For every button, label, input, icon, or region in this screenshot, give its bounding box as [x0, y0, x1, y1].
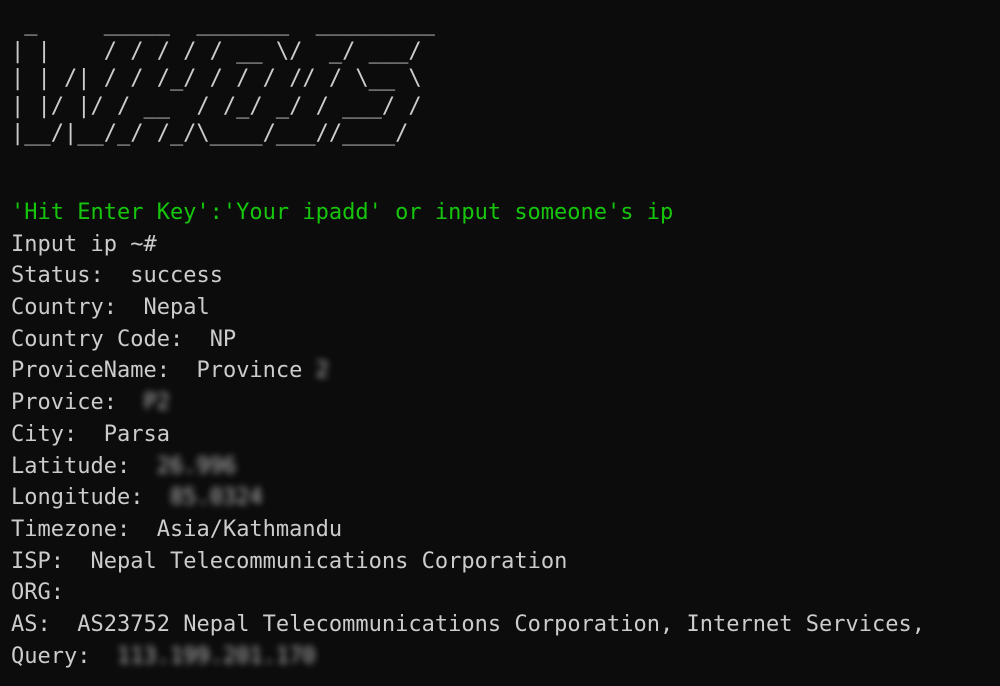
- query-redacted: 113.199.201.170: [116, 643, 316, 669]
- city-label: City:: [11, 421, 78, 447]
- latitude-row: Latitude: 26.996: [11, 451, 1000, 483]
- province-name-value: Province: [196, 358, 303, 384]
- hint-text: 'Hit Enter Key':'Your ipadd' or input so…: [11, 200, 674, 225]
- isp-label: ISP:: [11, 548, 64, 574]
- banner-line-2: | | / / / / / __ \/ _/ ___/: [11, 38, 422, 64]
- input-prompt[interactable]: Input ip ~#: [11, 229, 1000, 261]
- country-code-row: Country Code: NP: [11, 324, 1000, 356]
- org-row: ORG:: [11, 577, 1000, 609]
- province-name-redacted: 2: [315, 358, 329, 384]
- status-row: Status: success: [11, 260, 1000, 292]
- status-label: Status:: [11, 263, 104, 289]
- query-label: Query:: [11, 643, 91, 669]
- as-label: AS:: [11, 611, 51, 637]
- whois-ascii-banner: _ _____ _______ _________ | | / / / / / …: [11, 10, 1000, 174]
- as-row: AS: AS23752 Nepal Telecommunications Cor…: [11, 609, 1000, 641]
- timezone-row: Timezone: Asia/Kathmandu: [11, 514, 1000, 546]
- city-value: Parsa: [103, 421, 170, 447]
- country-value: Nepal: [143, 295, 210, 321]
- timezone-label: Timezone:: [11, 516, 131, 542]
- timezone-value: Asia/Kathmandu: [156, 516, 343, 542]
- province-row: Provice: P2: [11, 387, 1000, 419]
- isp-value: Nepal Telecommunications Corporation: [90, 548, 568, 574]
- longitude-label: Longitude:: [11, 485, 144, 511]
- banner-line-5: |__/|__/_/ /_/\____/___//____/: [11, 121, 435, 146]
- status-value: success: [130, 263, 223, 289]
- province-label: Provice:: [11, 390, 117, 416]
- country-code-value: NP: [209, 326, 237, 352]
- banner-line-4: | |/ |/ / __ / /_/ _/ / ___/ /: [11, 93, 435, 119]
- city-row: City: Parsa: [11, 419, 1000, 451]
- longitude-redacted: 85.0324: [169, 485, 263, 511]
- country-code-label: Country Code:: [11, 326, 184, 352]
- banner-line-1: _ _____ _______ _________: [11, 11, 449, 36]
- query-row: Query: 113.199.201.170: [11, 641, 1000, 673]
- banner-line-3: | | /| / / /_/ / / / // / \__ \: [11, 66, 435, 91]
- as-value: AS23752 Nepal Telecommunications Corpora…: [77, 611, 925, 637]
- country-label: Country:: [11, 295, 117, 321]
- latitude-label: Latitude:: [11, 453, 131, 479]
- province-redacted: P2: [143, 390, 170, 416]
- isp-row: ISP: Nepal Telecommunications Corporatio…: [11, 546, 1000, 578]
- org-label: ORG:: [11, 580, 64, 606]
- province-name-label: ProviceName:: [11, 358, 170, 384]
- longitude-row: Longitude: 85.0324: [11, 482, 1000, 514]
- province-name-row: ProviceName: Province 2: [11, 355, 1000, 387]
- country-row: Country: Nepal: [11, 292, 1000, 324]
- latitude-redacted: 26.996: [156, 453, 237, 479]
- terminal-window[interactable]: _ _____ _______ _________ | | / / / / / …: [0, 0, 1000, 686]
